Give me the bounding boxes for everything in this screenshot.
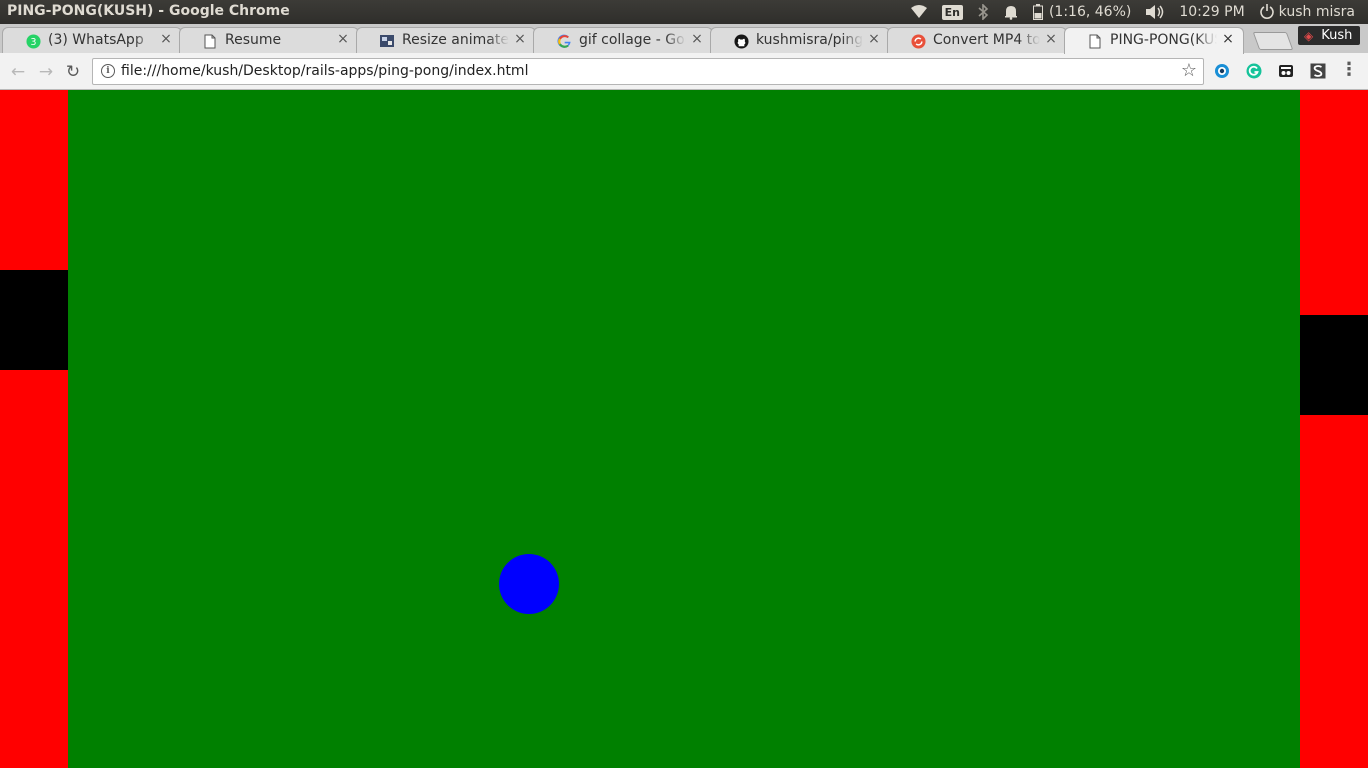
profile-name: Kush (1321, 28, 1353, 43)
bookmark-star-icon[interactable]: ☆ (1181, 60, 1197, 81)
battery-status: (1:16, 46%) (1048, 4, 1132, 20)
tab-convert-mp4[interactable]: Convert MP4 to G × (887, 27, 1067, 53)
right-wall (1300, 90, 1368, 768)
svg-text:3: 3 (30, 36, 36, 47)
battery-indicator[interactable]: (1:16, 46%) (1026, 0, 1138, 24)
bell-icon[interactable] (996, 0, 1026, 24)
user-name: kush misra (1278, 4, 1355, 20)
github-icon (733, 33, 749, 49)
chrome-menu-icon[interactable]: ⋮ (1340, 61, 1358, 80)
tab-resume[interactable]: Resume × (179, 27, 359, 53)
google-icon (556, 33, 572, 49)
s-extension-icon[interactable] (1309, 62, 1327, 80)
profile-button[interactable]: ◈ Kush (1298, 26, 1360, 45)
left-paddle[interactable] (0, 270, 68, 370)
tab-label: Resume (225, 32, 282, 48)
new-tab-button[interactable] (1252, 32, 1294, 50)
clock[interactable]: 10:29 PM (1172, 0, 1251, 24)
tab-gif-collage[interactable]: gif collage - Goog × (533, 27, 713, 53)
close-icon[interactable]: × (513, 31, 527, 47)
ball (499, 554, 559, 614)
document-icon (1087, 33, 1103, 49)
address-bar[interactable]: i file:///home/kush/Desktop/rails-apps/p… (92, 58, 1204, 85)
indicator-area: En (1:16, 46%) 10:29 PM kush misra (903, 0, 1362, 24)
grammarly-icon[interactable] (1245, 62, 1263, 80)
url-text[interactable]: file:///home/kush/Desktop/rails-apps/pin… (121, 63, 528, 79)
close-icon[interactable]: × (1044, 31, 1058, 47)
window-title: PING-PONG(KUSH) - Google Chrome (7, 3, 290, 19)
tab-resize-animated[interactable]: Resize animated × (356, 27, 536, 53)
close-icon[interactable]: × (867, 31, 881, 47)
profile-icon: ◈ (1304, 28, 1314, 43)
close-icon[interactable]: × (336, 31, 350, 47)
page-viewport (0, 90, 1368, 768)
left-wall (0, 90, 68, 768)
battery-icon (1032, 4, 1043, 20)
tab-label: kushmisra/pingp (756, 32, 863, 48)
tab-github[interactable]: kushmisra/pingp × (710, 27, 890, 53)
keyboard-layout-label: En (941, 4, 963, 20)
incognito-extension-icon[interactable] (1277, 62, 1295, 80)
close-icon[interactable]: × (690, 31, 704, 47)
close-icon[interactable]: × (1221, 31, 1235, 47)
image-resize-icon (379, 33, 395, 49)
close-icon[interactable]: × (159, 31, 173, 47)
info-icon[interactable]: i (101, 64, 115, 78)
system-top-panel: PING-PONG(KUSH) - Google Chrome En (1:16… (0, 0, 1368, 24)
tab-strip: 3 (3) WhatsApp × Resume × Resize animate… (0, 24, 1368, 54)
whatsapp-icon: 3 (25, 33, 41, 49)
tab-label: (3) WhatsApp (48, 32, 144, 48)
bluetooth-icon[interactable] (970, 0, 996, 24)
tab-label: Resize animated (402, 32, 509, 48)
tab-label: gif collage - Goog (579, 32, 686, 48)
right-paddle[interactable] (1300, 315, 1368, 415)
eye-extension-icon[interactable] (1213, 62, 1231, 80)
browser-toolbar: ← → ↻ i file:///home/kush/Desktop/rails-… (0, 53, 1368, 90)
user-menu[interactable]: kush misra (1252, 0, 1362, 24)
volume-icon[interactable] (1138, 0, 1172, 24)
keyboard-icon[interactable]: En (935, 0, 970, 24)
back-button[interactable]: ← (7, 61, 29, 83)
court (68, 90, 1300, 768)
tab-label: Convert MP4 to G (933, 32, 1040, 48)
tab-label: PING-PONG(KUSH (1110, 32, 1217, 48)
tab-whatsapp[interactable]: 3 (3) WhatsApp × (2, 27, 182, 53)
tab-ping-pong[interactable]: PING-PONG(KUSH × (1064, 27, 1244, 54)
wifi-icon[interactable] (903, 0, 935, 24)
convert-icon (910, 33, 926, 49)
forward-button[interactable]: → (35, 61, 57, 83)
game-canvas[interactable] (0, 90, 1368, 768)
reload-button[interactable]: ↻ (62, 61, 84, 83)
session-icon (1259, 4, 1274, 19)
document-icon (202, 33, 218, 49)
